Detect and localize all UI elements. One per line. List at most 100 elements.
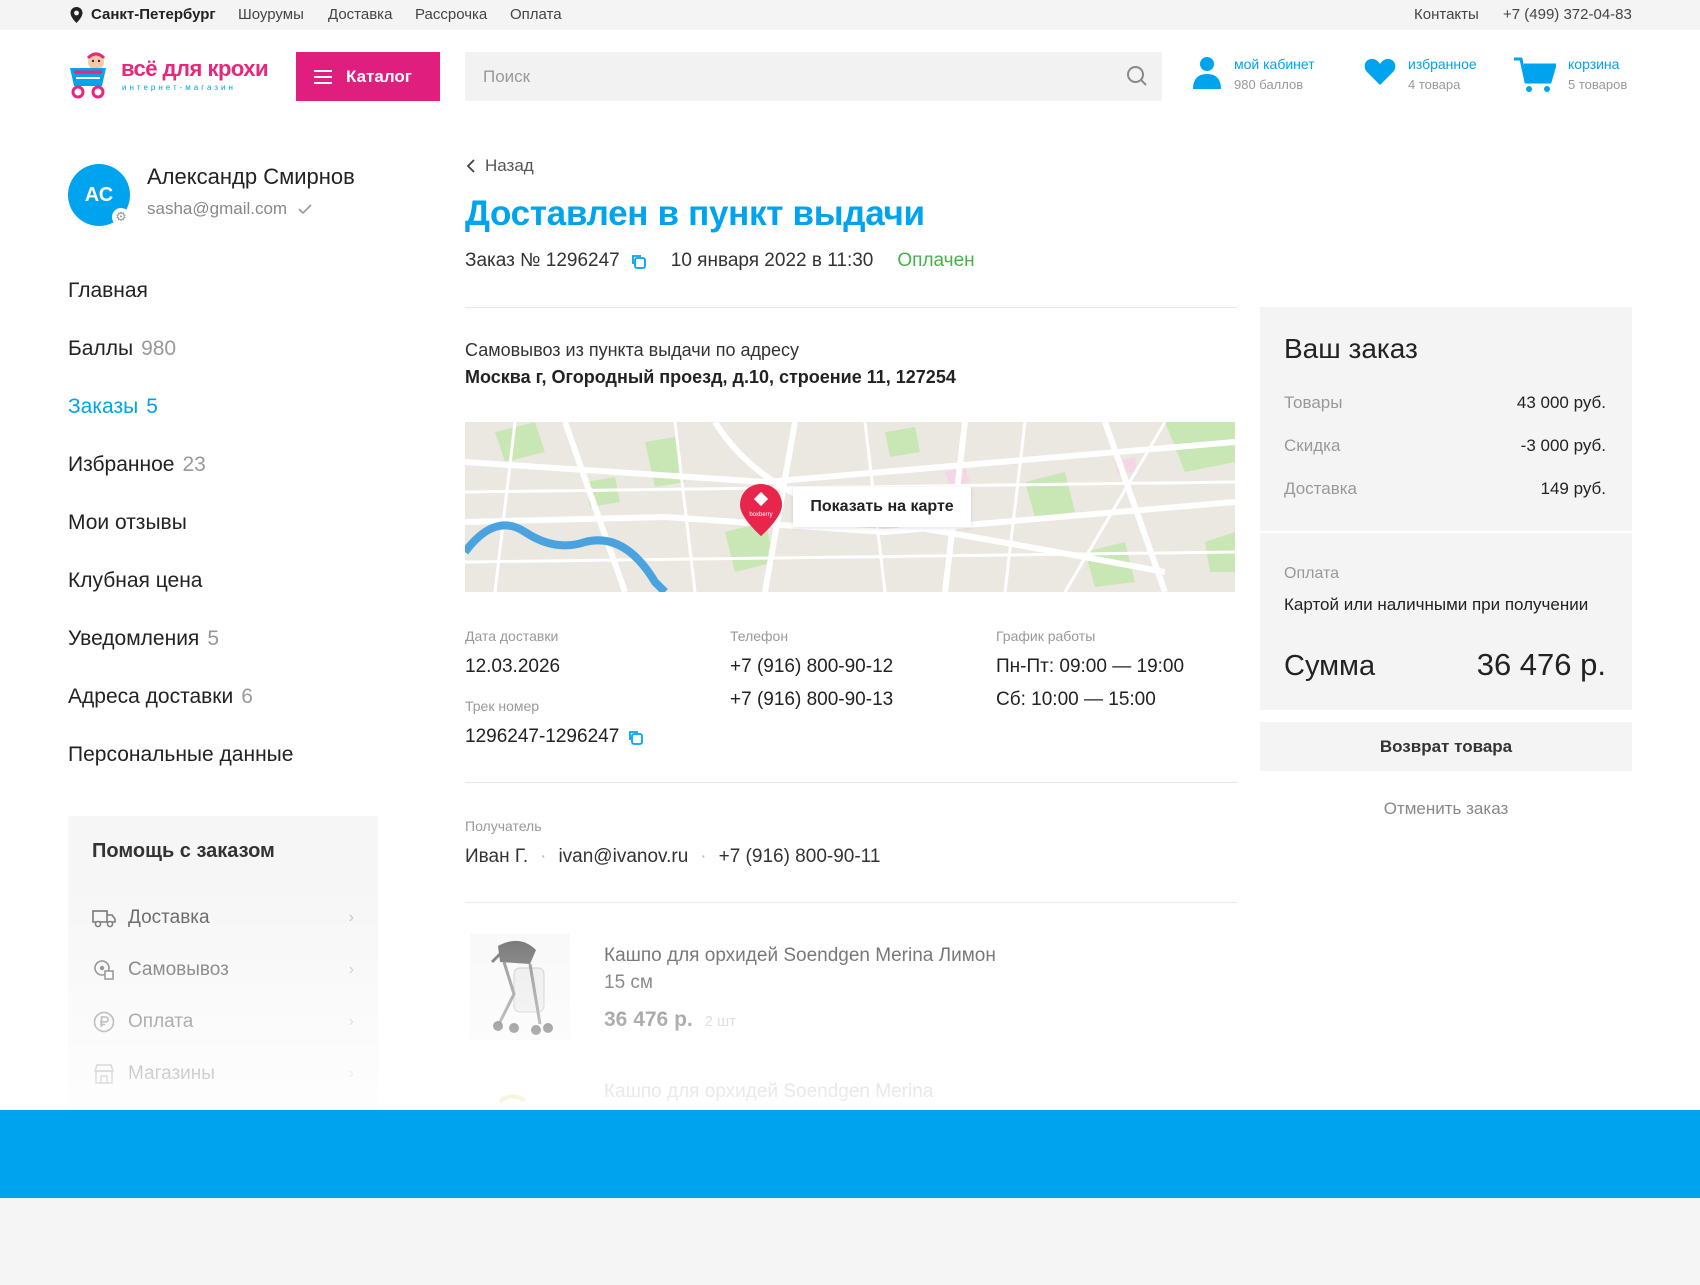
nav-label: Персональные данные (68, 743, 294, 766)
recipient-label: Получатель (465, 818, 542, 834)
chevron-right-icon: › (348, 909, 354, 926)
back-link[interactable]: Назад (466, 156, 534, 176)
topbar-link-contacts[interactable]: Контакты (1414, 6, 1479, 23)
truck-icon (92, 906, 116, 930)
nav-count: 6 (241, 685, 253, 708)
recipient-info: Иван Г. · ivan@ivanov.ru · +7 (916) 800-… (465, 846, 880, 868)
map-pin-icon: boxberry (740, 484, 782, 536)
track-label: Трек номер (465, 698, 540, 714)
phone-label: Телефон (730, 628, 789, 644)
topbar-link-delivery[interactable]: Доставка (328, 6, 392, 23)
help-item-pickup[interactable]: Самовывоз › (92, 958, 354, 982)
copy-icon[interactable] (630, 253, 647, 270)
page: Санкт-Петербург Шоурумы Доставка Рассроч… (0, 0, 1700, 1110)
product-price-row: 36 476 р. 2 шт (604, 1008, 736, 1032)
check-icon (298, 204, 312, 215)
schedule-label: График работы (996, 628, 1096, 644)
hamburger-icon (314, 69, 332, 84)
user-email: sasha@gmail.com (147, 199, 312, 219)
recipient-name: Иван Г. (465, 846, 529, 867)
avatar-initials: АС (84, 183, 114, 206)
product-image[interactable] (470, 1090, 570, 1110)
nav-item-addresses[interactable]: Адреса доставки 6 (68, 668, 388, 726)
nav-count: 980 (141, 337, 177, 360)
topbar-link-showrooms[interactable]: Шоурумы (238, 6, 304, 23)
nav-item-home[interactable]: Главная (68, 262, 388, 320)
summary-label: Скидка (1284, 436, 1341, 455)
summary-row-delivery: Доставка 149 руб. (1284, 479, 1606, 499)
payment-method: Картой или наличными при получении (1284, 595, 1589, 614)
cart-link[interactable]: корзина 5 товаров (1514, 56, 1627, 94)
nav-item-club-price[interactable]: Клубная цена (68, 552, 388, 610)
product-name[interactable]: Кашпо для орхидей Soendgen Merina Лимон … (604, 942, 1004, 996)
logo-subtitle: интернет-магазин (122, 83, 236, 92)
nav-item-notifications[interactable]: Уведомления 5 (68, 610, 388, 668)
cabinet-points: 980 баллов (1234, 77, 1304, 92)
copy-icon[interactable] (627, 729, 644, 746)
help-item-payment[interactable]: Оплата › (92, 1010, 354, 1034)
pickup-phone-2[interactable]: +7 (916) 800-90-13 (730, 689, 893, 711)
track-number: 1296247-1296247 (465, 726, 620, 747)
my-cabinet-link[interactable]: мой кабинет 980 баллов (1192, 56, 1315, 92)
nav-item-favorites[interactable]: Избранное 23 (68, 436, 388, 494)
help-item-label: Самовывоз (128, 959, 229, 980)
summary-label: Товары (1284, 393, 1343, 412)
summary-row-discount: Скидка -3 000 руб. (1284, 436, 1606, 456)
favorites-count: 4 товара (1408, 77, 1461, 92)
delivery-date: 12.03.2026 (465, 656, 561, 677)
city-label: Санкт-Петербург (91, 6, 216, 23)
product-image[interactable] (470, 934, 570, 1040)
show-on-map-button[interactable]: Показать на карте (793, 487, 971, 527)
return-goods-button[interactable]: Возврат товара (1260, 722, 1632, 771)
track-number-row: 1296247-1296247 (465, 726, 644, 748)
cart-title: корзина (1568, 56, 1620, 72)
favorites-title: избранное (1408, 56, 1477, 72)
nav-item-personal-data[interactable]: Персональные данные (68, 726, 388, 784)
payment-method-label: Оплата (1284, 565, 1340, 582)
help-item-delivery[interactable]: Доставка › (92, 906, 354, 930)
order-summary: Ваш заказ Товары 43 000 руб. Скидка -3 0… (1260, 307, 1632, 710)
order-status-title: Доставлен в пункт выдачи (465, 194, 925, 233)
logo-text: всё для крохи (121, 56, 269, 81)
schedule-saturday: Сб: 10:00 — 15:00 (996, 689, 1156, 710)
order-total: Сумма 36 476 р. (1284, 647, 1606, 683)
product-name[interactable]: Кашпо для орхидей Soendgen Merina (604, 1081, 933, 1103)
search-input[interactable] (465, 52, 1105, 101)
city-selector[interactable]: Санкт-Петербург (70, 6, 216, 23)
user-name: Александр Смирнов (147, 164, 355, 189)
order-number: Заказ № 1296247 (465, 250, 620, 271)
favorites-link[interactable]: избранное 4 товара (1364, 56, 1477, 92)
heart-icon (1364, 58, 1396, 85)
nav-label: Заказы (68, 395, 139, 418)
ruble-icon (92, 1010, 116, 1034)
cabinet-title: мой кабинет (1234, 56, 1315, 72)
map-pin[interactable]: boxberry (739, 484, 783, 541)
logo-stroller-icon (70, 52, 106, 99)
summary-title: Ваш заказ (1284, 333, 1418, 364)
logo[interactable]: всё для крохи интернет-магазин (66, 52, 276, 100)
nav-label: Главная (68, 279, 148, 302)
nav-item-points[interactable]: Баллы 980 (68, 320, 388, 378)
nav-label: Избранное (68, 453, 175, 476)
nav-label: Мои отзывы (68, 511, 187, 534)
pickup-phone-1[interactable]: +7 (916) 800-90-12 (730, 656, 893, 678)
cart-icon (1514, 57, 1556, 92)
product-qty: 2 шт (704, 1013, 736, 1030)
nav-item-orders[interactable]: Заказы 5 (68, 378, 388, 436)
nav-item-reviews[interactable]: Мои отзывы (68, 494, 388, 552)
catalog-button[interactable]: Каталог (296, 52, 440, 101)
recipient-phone: +7 (916) 800-90-11 (718, 846, 881, 867)
topbar-phone[interactable]: +7 (499) 372-04-83 (1503, 6, 1632, 23)
search-icon[interactable] (1126, 65, 1148, 87)
separator-dot: · (700, 846, 707, 867)
user-icon (1193, 57, 1221, 89)
summary-label: Доставка (1284, 479, 1358, 498)
chevron-right-icon: › (348, 1065, 354, 1082)
gear-icon[interactable]: ⚙ (112, 208, 130, 226)
topbar-link-installment[interactable]: Рассрочка (415, 6, 487, 23)
topbar-link-payment[interactable]: Оплата (510, 6, 562, 23)
user-email-text: sasha@gmail.com (147, 199, 288, 218)
help-item-label: Магазины (128, 1063, 215, 1084)
help-item-stores[interactable]: Магазины › (92, 1062, 354, 1086)
cancel-order-button[interactable]: Отменить заказ (1260, 796, 1632, 822)
